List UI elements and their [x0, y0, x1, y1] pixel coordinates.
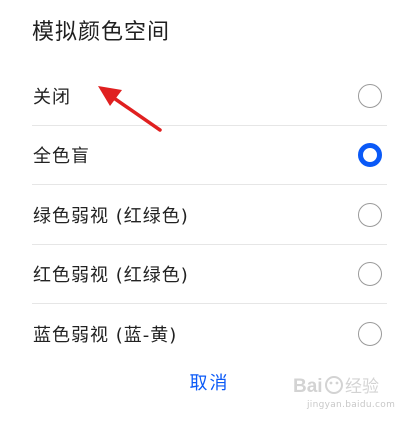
- option-off[interactable]: 关闭: [0, 66, 419, 126]
- radio-button[interactable]: [358, 262, 382, 287]
- color-space-dialog: 模拟颜色空间 关闭 全色盲 绿色弱视 (红绿色) 红色弱视 (红绿色) 蓝色弱视…: [0, 0, 419, 421]
- option-label: 全色盲: [33, 146, 90, 168]
- option-protanomaly[interactable]: 红色弱视 (红绿色): [0, 245, 419, 304]
- radio-button-selected[interactable]: [358, 143, 382, 168]
- baidu-jingyan-watermark: Bai 经验 jingyan.baidu.com: [293, 371, 411, 415]
- watermark-url: jingyan.baidu.com: [307, 400, 396, 410]
- option-label: 绿色弱视 (红绿色): [33, 205, 189, 227]
- option-deuteranomaly[interactable]: 绿色弱视 (红绿色): [0, 185, 419, 245]
- option-label: 红色弱视 (红绿色): [33, 265, 189, 287]
- svg-text:Bai: Bai: [293, 376, 323, 397]
- baidu-logo-icon: Bai 经验: [293, 376, 379, 397]
- option-tritanomaly[interactable]: 蓝色弱视 (蓝-黄): [0, 304, 419, 364]
- dialog-title: 模拟颜色空间: [32, 20, 171, 45]
- option-list: 关闭 全色盲 绿色弱视 (红绿色) 红色弱视 (红绿色) 蓝色弱视 (蓝-黄): [0, 66, 419, 364]
- option-label: 蓝色弱视 (蓝-黄): [33, 324, 178, 346]
- option-label: 关闭: [33, 86, 71, 108]
- option-monochromacy[interactable]: 全色盲: [0, 126, 419, 185]
- radio-button[interactable]: [358, 202, 382, 227]
- svg-text:经验: 经验: [345, 377, 379, 396]
- red-arrow-icon: [98, 86, 162, 132]
- radio-button[interactable]: [358, 321, 382, 346]
- radio-button[interactable]: [358, 83, 382, 108]
